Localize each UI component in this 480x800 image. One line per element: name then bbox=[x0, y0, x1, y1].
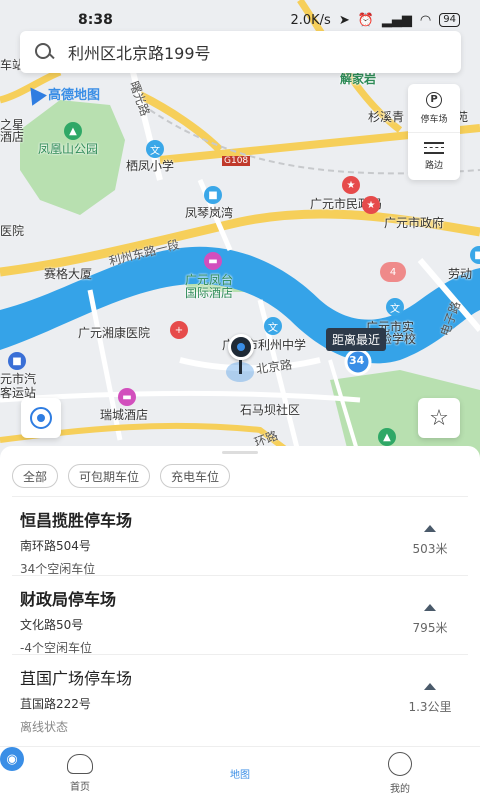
navigate-button[interactable]: 503米 bbox=[400, 507, 460, 575]
hotel-icon: ▬ bbox=[118, 388, 136, 406]
label-fengqin: 凤琴岚湾 bbox=[185, 206, 234, 220]
pin-stem bbox=[239, 360, 242, 374]
chip-monthly[interactable]: 可包期车位 bbox=[68, 464, 151, 488]
label-fenghuang-park: 凤凰山公园 bbox=[38, 142, 99, 156]
label-hotel-left: 酒店 bbox=[0, 130, 25, 144]
user-profile-icon bbox=[388, 752, 412, 776]
map-layer-panel: P 停车场 路边 bbox=[408, 84, 460, 180]
search-icon bbox=[34, 42, 54, 62]
signal-icon: ▂▄▆ bbox=[381, 12, 412, 28]
navigate-icon bbox=[424, 683, 436, 690]
pin-icon bbox=[228, 334, 254, 360]
lot-address: 苴国路222号 bbox=[20, 697, 91, 711]
nearest-tag[interactable]: 距离最近 bbox=[326, 328, 387, 351]
map-pin[interactable] bbox=[228, 334, 254, 374]
tab-home[interactable]: 首页 bbox=[0, 747, 160, 800]
label-g108: G108 bbox=[222, 156, 251, 166]
tab-home-label: 首页 bbox=[70, 782, 90, 793]
locate-button[interactable] bbox=[21, 398, 61, 438]
status-icons: 2.0K/s ➤ ⏰ ▂▄▆ ◠ 94 bbox=[290, 13, 460, 28]
lot-distance: 795米 bbox=[412, 621, 448, 635]
school-icon: 文 bbox=[386, 298, 404, 316]
cloud-home-icon bbox=[67, 754, 93, 774]
tab-map-label: 地图 bbox=[230, 770, 250, 781]
lot-address: 南环路504号 bbox=[20, 539, 91, 553]
lot-distance: 1.3公里 bbox=[408, 700, 452, 714]
amap-logo-text: 高德地图 bbox=[48, 88, 101, 103]
bus-icon: ■ bbox=[204, 186, 222, 204]
route-badge-icon: 4 bbox=[380, 262, 406, 282]
tab-mine-label: 我的 bbox=[390, 784, 410, 795]
parking-lot-list: 恒昌揽胜停车场 南环路504号 34个空闲车位 503米 财政局停车场 文化路5… bbox=[0, 496, 480, 734]
label-fengtai2: 国际酒店 bbox=[185, 286, 234, 300]
lot-name: 苴国广场停车场 bbox=[20, 669, 133, 688]
school-icon: 文 bbox=[264, 317, 282, 335]
roadside-icon bbox=[424, 142, 444, 154]
hospital-icon: + bbox=[170, 321, 188, 339]
bottom-tab-bar: 首页 ◉ 地图 我的 bbox=[0, 746, 480, 800]
location-icon: ➤ bbox=[338, 12, 350, 28]
roadside-layer-button[interactable]: 路边 bbox=[408, 132, 460, 180]
parking-layer-button[interactable]: P 停车场 bbox=[408, 84, 460, 132]
lot-name: 财政局停车场 bbox=[20, 590, 117, 609]
navigate-icon bbox=[424, 604, 436, 611]
status-time: 8:38 bbox=[78, 12, 113, 28]
route-number: 34 bbox=[349, 354, 365, 367]
park-fenghuang bbox=[20, 100, 125, 215]
government-icon: ★ bbox=[342, 176, 360, 194]
lot-name: 恒昌揽胜停车场 bbox=[20, 511, 133, 530]
filter-chips: 全部 可包期车位 充电车位 bbox=[0, 454, 480, 488]
battery-icon: 94 bbox=[439, 13, 460, 27]
label-xiangkang: 广元湘康医院 bbox=[78, 326, 151, 340]
alarm-icon: ⏰ bbox=[357, 12, 374, 28]
map-compass-icon: ◉ bbox=[0, 747, 24, 771]
chip-charging[interactable]: 充电车位 bbox=[160, 464, 231, 488]
tab-map[interactable]: ◉ 地图 bbox=[0, 747, 320, 800]
list-item[interactable]: 恒昌揽胜停车场 南环路504号 34个空闲车位 503米 bbox=[12, 496, 468, 576]
lot-status: 离线状态 bbox=[20, 720, 69, 734]
navigation-arrow-icon bbox=[23, 81, 47, 106]
navigate-button[interactable]: 795米 bbox=[400, 586, 460, 654]
list-item[interactable]: 财政局停车场 文化路50号 -4个空闲车位 795米 bbox=[12, 575, 468, 655]
government-icon: ★ bbox=[362, 196, 380, 214]
label-zhengfu: 广元市政府 bbox=[384, 216, 445, 230]
lot-address: 文化路50号 bbox=[20, 618, 84, 632]
navigate-button[interactable]: 1.3公里 bbox=[400, 665, 460, 733]
park-icon: ▲ bbox=[64, 122, 82, 140]
label-ruicheng: 瑞城酒店 bbox=[100, 408, 149, 422]
locate-icon bbox=[30, 407, 52, 429]
label-shimaba: 石马坝社区 bbox=[240, 403, 301, 417]
net-speed: 2.0K/s bbox=[290, 12, 331, 28]
amap-logo: 高德地图 bbox=[23, 81, 101, 106]
star-icon: ☆ bbox=[429, 405, 449, 431]
park-icon: ▲ bbox=[378, 428, 396, 446]
roadside-layer-label: 路边 bbox=[424, 161, 443, 171]
hotel-icon: ▬ bbox=[204, 252, 222, 270]
favorite-button[interactable]: ☆ bbox=[418, 398, 460, 438]
chip-all[interactable]: 全部 bbox=[12, 464, 59, 488]
lot-distance: 503米 bbox=[412, 542, 448, 556]
wifi-icon: ◠ bbox=[419, 12, 432, 28]
label-laodong: 劳动 bbox=[448, 267, 473, 281]
label-saige: 赛格大厦 bbox=[44, 267, 93, 281]
navigate-icon bbox=[424, 525, 436, 532]
parking-list-sheet: 全部 可包期车位 充电车位 恒昌揽胜停车场 南环路504号 34个空闲车位 50… bbox=[0, 446, 480, 746]
list-item[interactable]: 苴国广场停车场 苴国路222号 离线状态 1.3公里 bbox=[12, 654, 468, 734]
label-yuan: 医院 bbox=[0, 224, 25, 238]
school-icon: 文 bbox=[146, 140, 164, 158]
tab-mine[interactable]: 我的 bbox=[320, 747, 480, 800]
label-qifeng-school: 栖凤小学 bbox=[126, 159, 175, 173]
parking-icon: P bbox=[426, 91, 442, 108]
search-bar[interactable]: 利州区北京路199号 bbox=[20, 31, 461, 73]
label-shanxi: 杉溪青 bbox=[368, 110, 405, 124]
search-input[interactable]: 利州区北京路199号 bbox=[68, 40, 211, 64]
bus-station-icon: ■ bbox=[8, 352, 26, 370]
parking-layer-label: 停车场 bbox=[420, 114, 448, 125]
